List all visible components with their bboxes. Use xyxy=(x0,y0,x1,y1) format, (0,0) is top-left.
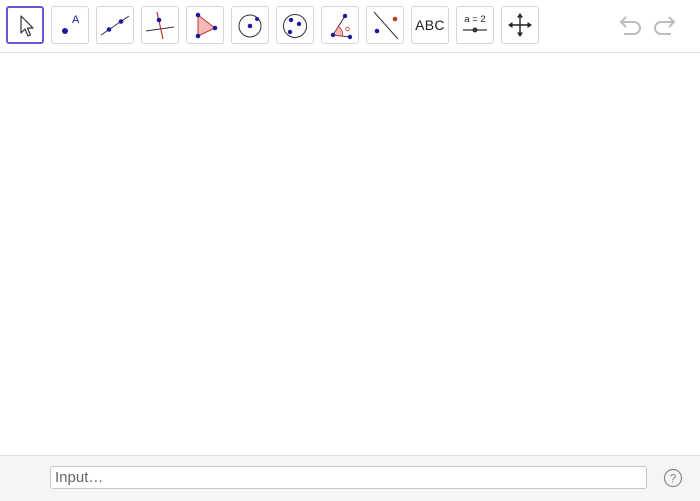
redo-button[interactable] xyxy=(651,12,681,40)
point-icon: A xyxy=(62,14,80,34)
tool-point[interactable]: A xyxy=(51,6,89,44)
tool-reflect[interactable] xyxy=(366,6,404,44)
line-through-two-points-icon xyxy=(100,15,130,36)
move-pointer-icon xyxy=(20,15,34,37)
toolbar: A ABC a = 2 xyxy=(0,0,700,53)
tool-slider[interactable]: a = 2 xyxy=(456,6,494,44)
polygon-icon xyxy=(195,12,218,39)
tool-perpendicular[interactable] xyxy=(141,6,179,44)
graphics-view[interactable] xyxy=(0,53,700,455)
circle-three-points-icon xyxy=(283,14,307,38)
tool-line[interactable] xyxy=(96,6,134,44)
move-graphics-view-icon xyxy=(508,13,532,37)
circle-center-point-icon xyxy=(238,14,262,38)
undo-button[interactable] xyxy=(614,12,644,40)
angle-icon xyxy=(330,13,353,40)
reflect-about-line-icon xyxy=(373,11,399,40)
undo-icon xyxy=(619,16,641,35)
perpendicular-line-icon xyxy=(145,11,175,40)
geogebra-app: A ABC a = 2 Input… ? xyxy=(0,0,700,501)
tool-angle[interactable] xyxy=(321,6,359,44)
tool-circle-center-point[interactable] xyxy=(231,6,269,44)
tool-polygon[interactable] xyxy=(186,6,224,44)
tool-text[interactable]: ABC xyxy=(411,6,449,44)
point-icon-label: A xyxy=(72,14,80,26)
text-icon: ABC xyxy=(415,17,445,33)
help-icon: ? xyxy=(663,468,683,488)
algebra-input-field[interactable] xyxy=(50,466,647,489)
tool-move-graphics-view[interactable] xyxy=(501,6,539,44)
slider-icon: a = 2 xyxy=(463,14,487,33)
help-icon-text: ? xyxy=(670,471,677,485)
redo-icon xyxy=(654,16,676,35)
tool-move[interactable] xyxy=(6,6,44,44)
help-button[interactable]: ? xyxy=(663,468,683,488)
tool-circle-three-points[interactable] xyxy=(276,6,314,44)
slider-icon-label: a = 2 xyxy=(464,14,485,25)
input-bar: ? xyxy=(0,455,700,501)
